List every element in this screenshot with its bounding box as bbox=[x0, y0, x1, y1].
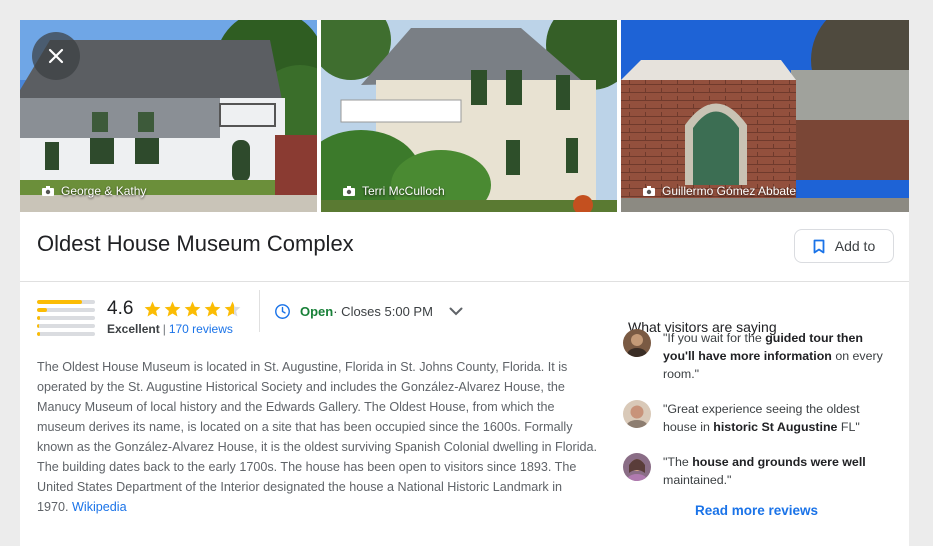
close-icon bbox=[48, 48, 64, 64]
rating-value: 4.6 bbox=[107, 298, 134, 319]
add-to-label: Add to bbox=[834, 238, 876, 254]
reviews-count-link[interactable]: 170 reviews bbox=[169, 322, 233, 336]
star-icon bbox=[144, 301, 161, 317]
star-icon bbox=[204, 301, 221, 317]
description-text: The Oldest House Museum is located in St… bbox=[37, 360, 598, 514]
add-to-button[interactable]: Add to bbox=[794, 229, 894, 263]
photo-credit-label: Guillermo Gómez Abbate bbox=[662, 184, 797, 198]
avatar bbox=[623, 329, 651, 357]
visitor-review: "Great experience seeing the oldest hous… bbox=[623, 400, 893, 436]
camera-icon bbox=[643, 186, 655, 196]
rating-bar-3 bbox=[37, 316, 95, 320]
vertical-divider bbox=[259, 290, 260, 332]
camera-icon bbox=[343, 186, 355, 196]
review-text: "The house and grounds were well maintai… bbox=[663, 455, 866, 487]
read-more-reviews-link[interactable]: Read more reviews bbox=[695, 503, 818, 518]
rating-bar-2 bbox=[37, 324, 95, 328]
place-description: The Oldest House Museum is located in St… bbox=[37, 357, 597, 517]
rating-bar-5 bbox=[37, 300, 95, 304]
star-icon bbox=[164, 301, 181, 317]
wikipedia-link[interactable]: Wikipedia bbox=[72, 500, 127, 514]
visitor-review: "If you wait for the guided tour then yo… bbox=[623, 329, 893, 383]
review-text: "Great experience seeing the oldest hous… bbox=[663, 402, 860, 434]
place-title: Oldest House Museum Complex bbox=[37, 231, 354, 256]
photo-3[interactable]: Guillermo Gómez Abbate bbox=[621, 20, 909, 212]
bookmark-icon bbox=[813, 239, 825, 253]
closing-time: · Closes 5:00 PM bbox=[333, 304, 433, 319]
rating-stars bbox=[143, 300, 242, 318]
camera-icon bbox=[42, 186, 54, 196]
half-star-icon bbox=[224, 301, 241, 317]
photo-credit: Guillermo Gómez Abbate bbox=[643, 184, 796, 198]
photo-credit-label: Terri McCulloch bbox=[362, 184, 445, 198]
photo-credit: George & Kathy bbox=[42, 184, 146, 198]
star-icon bbox=[184, 301, 201, 317]
rating-separator: | bbox=[162, 322, 166, 336]
open-status: Open bbox=[300, 304, 334, 319]
avatar bbox=[623, 400, 651, 428]
place-card: George & Kathy Terri McCulloch Guillermo… bbox=[20, 20, 909, 546]
rating-bar-4 bbox=[37, 308, 95, 312]
review-text: "If you wait for the guided tour then yo… bbox=[663, 331, 883, 381]
photo-credit: Terri McCulloch bbox=[343, 184, 445, 198]
photo-2[interactable]: Terri McCulloch bbox=[321, 20, 617, 212]
section-divider bbox=[20, 281, 909, 282]
photo-credit-label: George & Kathy bbox=[61, 184, 147, 198]
chevron-down-icon[interactable] bbox=[449, 307, 463, 316]
rating-distribution bbox=[37, 300, 95, 340]
rating-label: Excellent bbox=[107, 322, 160, 336]
hours-summary[interactable]: Open · Closes 5:00 PM bbox=[274, 303, 463, 320]
rating-bar-1 bbox=[37, 332, 95, 336]
photo-strip: George & Kathy Terri McCulloch Guillermo… bbox=[20, 20, 909, 212]
clock-icon bbox=[275, 304, 290, 319]
avatar bbox=[623, 453, 651, 481]
close-button[interactable] bbox=[32, 32, 80, 80]
visitor-review: "The house and grounds were well maintai… bbox=[623, 453, 893, 489]
rating-summary: Excellent | 170 reviews bbox=[107, 322, 233, 336]
